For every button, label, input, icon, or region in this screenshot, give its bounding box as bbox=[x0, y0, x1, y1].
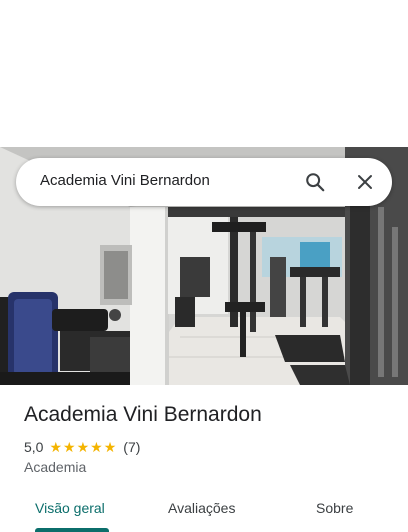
search-icon[interactable] bbox=[303, 170, 327, 194]
search-input[interactable]: Academia Vini Bernardon bbox=[40, 172, 210, 189]
close-icon[interactable] bbox=[353, 170, 377, 194]
rating-value: 5,0 bbox=[24, 439, 44, 455]
star-icon: ★ bbox=[90, 439, 103, 455]
active-tab-indicator bbox=[35, 528, 109, 532]
place-title: Academia Vini Bernardon bbox=[24, 403, 262, 426]
star-icon: ★ bbox=[49, 439, 63, 455]
tab-overview[interactable]: Visão geral bbox=[35, 500, 105, 516]
star-icon: ★ bbox=[103, 439, 117, 455]
search-bar[interactable]: Academia Vini Bernardon bbox=[16, 158, 392, 206]
star-rating: ★ ★ ★ ★ ★ bbox=[49, 440, 117, 454]
star-icon: ★ bbox=[63, 439, 76, 455]
review-count[interactable]: (7) bbox=[123, 439, 140, 455]
place-tabs: Visão geral Avaliações Sobre bbox=[0, 492, 408, 532]
tab-reviews[interactable]: Avaliações bbox=[168, 500, 235, 516]
place-category[interactable]: Academia bbox=[24, 459, 86, 475]
tab-about[interactable]: Sobre bbox=[316, 500, 353, 516]
rating-row[interactable]: 5,0 ★ ★ ★ ★ ★ (7) bbox=[24, 438, 140, 456]
star-icon: ★ bbox=[76, 439, 90, 455]
